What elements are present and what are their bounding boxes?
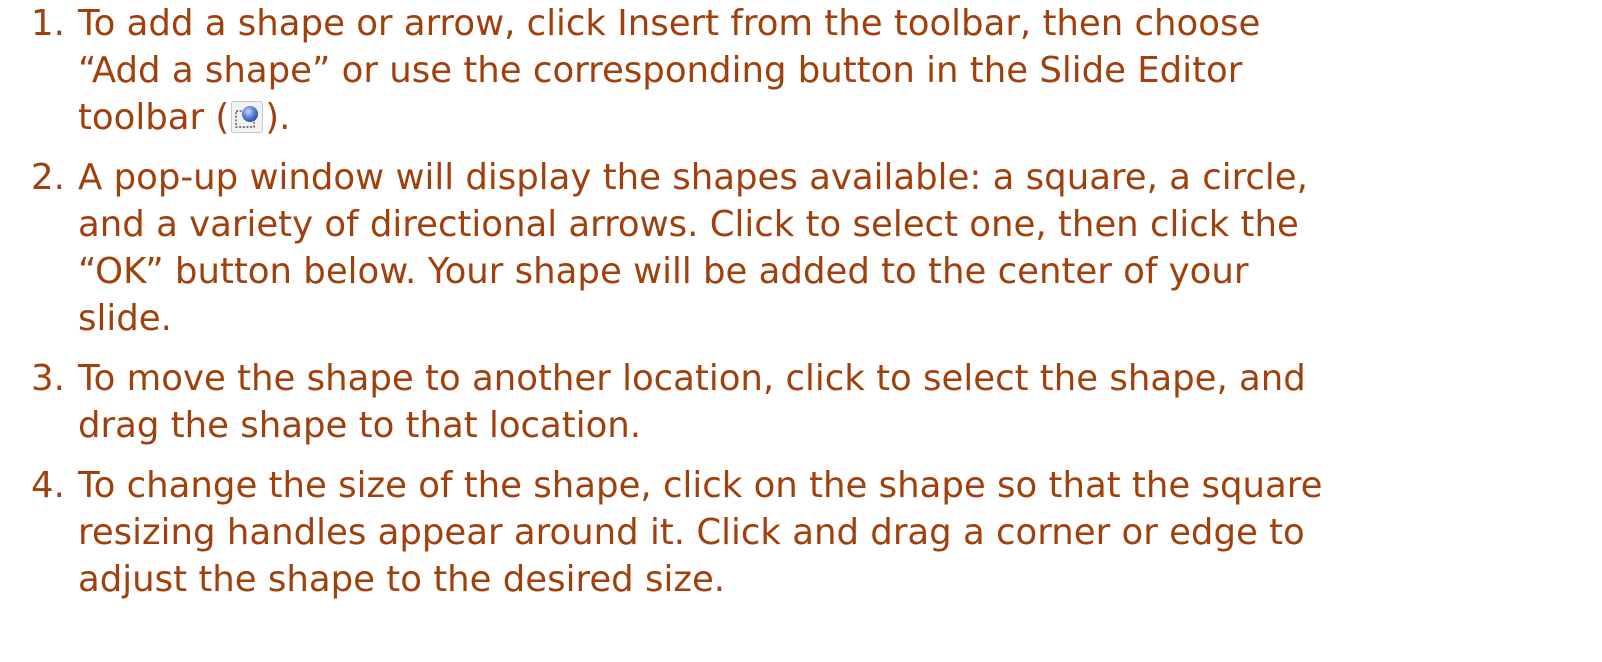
step-text: To change the size of the shape, click o… (78, 465, 1323, 600)
step-number: 4. (31, 465, 65, 506)
step-text: A pop-up window will display the shapes … (78, 157, 1308, 339)
step-text-end: ). (265, 97, 291, 138)
step-number: 3. (31, 358, 65, 399)
instruction-step: 1. To add a shape or arrow, click Insert… (0, 0, 1602, 141)
instruction-step: 4. To change the size of the shape, clic… (0, 462, 1602, 603)
step-text: To move the shape to another location, c… (78, 358, 1306, 446)
instruction-step: 3. To move the shape to another location… (0, 355, 1602, 449)
instruction-list: 1. To add a shape or arrow, click Insert… (0, 0, 1602, 616)
add-shape-icon (231, 98, 264, 133)
step-number: 2. (31, 157, 65, 198)
instruction-step: 2. A pop-up window will display the shap… (0, 154, 1602, 342)
step-number: 1. (31, 3, 65, 44)
